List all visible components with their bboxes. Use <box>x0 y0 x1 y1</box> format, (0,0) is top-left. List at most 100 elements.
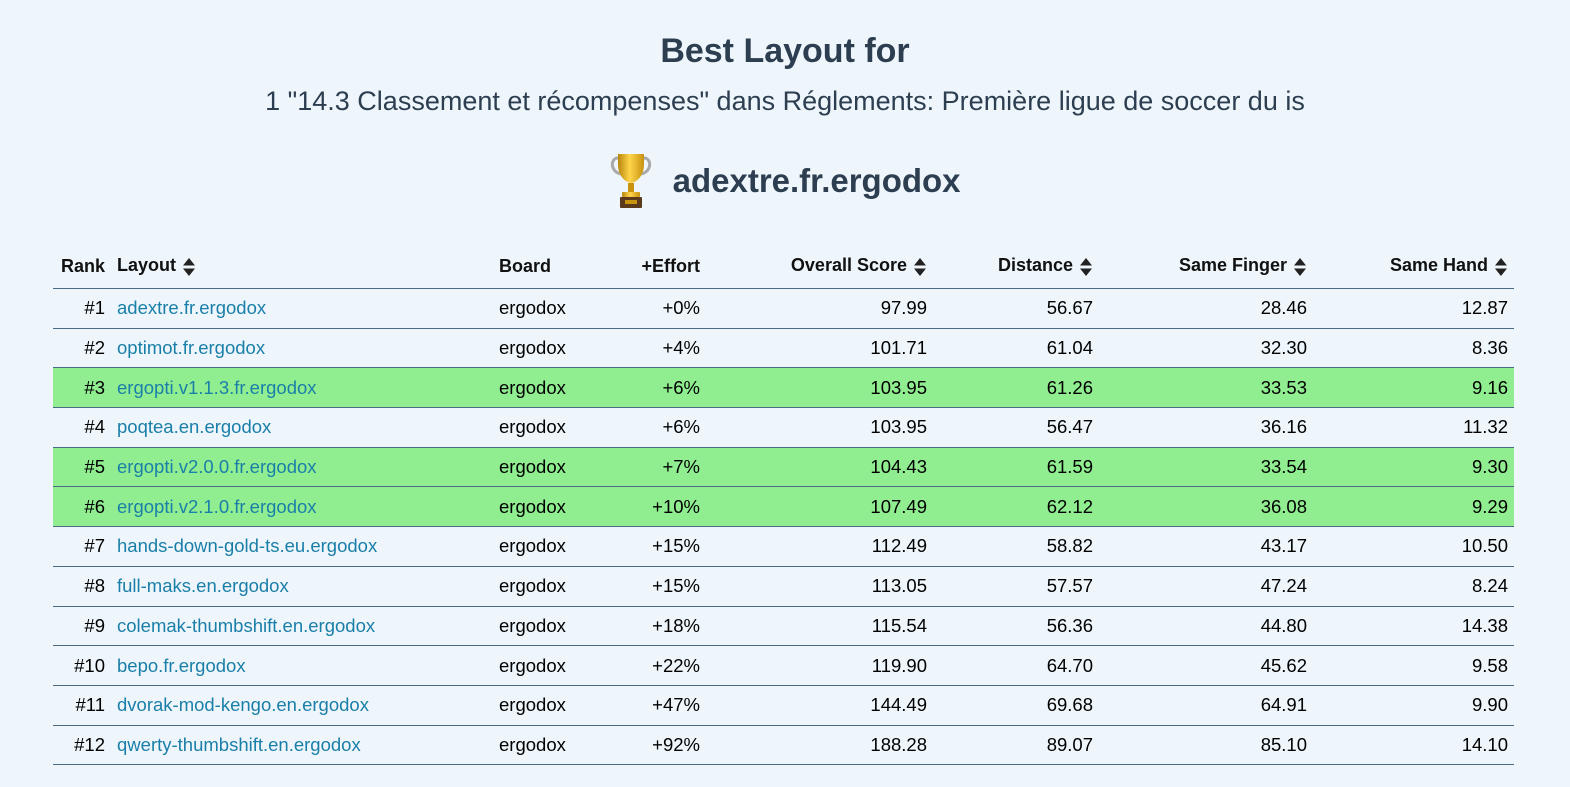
table-row: #4 poqtea.en.ergodox ergodox +6% 103.95 56.47… <box>53 407 1514 448</box>
rank-cell: #10 <box>53 645 111 686</box>
column-header-same-hand[interactable]: Same Hand <box>1313 244 1514 289</box>
table-row: #10 bepo.fr.ergodox ergodox +22% 119.90 64.70… <box>53 645 1514 686</box>
same-finger-cell: 36.08 <box>1099 486 1313 528</box>
rank-cell: #2 <box>53 328 111 369</box>
same-hand-cell: 9.29 <box>1313 486 1514 528</box>
page-title: Best Layout for <box>660 32 910 70</box>
column-header-layout[interactable]: Layout <box>111 244 493 289</box>
rank-cell: #1 <box>53 288 111 329</box>
effort-cell: +4% <box>603 328 706 369</box>
same-hand-cell: 9.30 <box>1313 447 1514 488</box>
distance-cell: 61.04 <box>933 328 1099 369</box>
column-header-board: Board <box>493 244 603 289</box>
distance-cell: 61.26 <box>933 367 1099 409</box>
layout-link[interactable]: full-maks.en.ergodox <box>117 575 289 596</box>
rank-cell: #6 <box>53 486 111 528</box>
layout-link[interactable]: ergopti.v2.0.0.fr.ergodox <box>117 456 317 477</box>
layout-link[interactable]: poqtea.en.ergodox <box>117 416 271 437</box>
same-hand-cell: 9.16 <box>1313 367 1514 409</box>
layout-cell: qwerty-thumbshift.en.ergodox <box>111 725 493 766</box>
layout-link[interactable]: adextre.fr.ergodox <box>117 297 266 318</box>
board-cell: ergodox <box>493 407 603 448</box>
layout-link[interactable]: dvorak-mod-kengo.en.ergodox <box>117 694 369 715</box>
board-cell: ergodox <box>493 645 603 686</box>
table-row: #9 colemak-thumbshift.en.ergodox ergodox +1… <box>53 606 1514 647</box>
column-header-distance[interactable]: Distance <box>933 244 1099 289</box>
winner-layout-name: adextre.fr.ergodox <box>672 162 961 200</box>
column-header-layout-label: Layout <box>117 255 177 276</box>
rank-cell: #8 <box>53 566 111 607</box>
rank-cell: #4 <box>53 407 111 448</box>
board-cell: ergodox <box>493 606 603 647</box>
overall-score-cell: 113.05 <box>706 566 933 607</box>
effort-cell: +47% <box>603 685 706 726</box>
distance-cell: 69.68 <box>933 685 1099 726</box>
same-hand-cell: 12.87 <box>1313 288 1514 329</box>
same-finger-cell: 44.80 <box>1099 606 1313 647</box>
same-hand-cell: 14.10 <box>1313 725 1514 766</box>
sort-icon[interactable] <box>913 257 927 277</box>
sort-icon[interactable] <box>182 257 196 277</box>
layout-cell: ergopti.v1.1.3.fr.ergodox <box>111 367 493 409</box>
table-row: #6 ergopti.v2.1.0.fr.ergodox ergodox +10% 10… <box>53 486 1514 528</box>
layout-link[interactable]: optimot.fr.ergodox <box>117 337 265 358</box>
layout-link[interactable]: hands-down-gold-ts.eu.ergodox <box>117 535 377 556</box>
sort-icon[interactable] <box>1079 257 1093 277</box>
same-finger-cell: 33.54 <box>1099 447 1313 488</box>
column-header-distance-label: Distance <box>997 255 1073 276</box>
distance-cell: 56.67 <box>933 288 1099 329</box>
effort-cell: +6% <box>603 367 706 409</box>
layout-cell: colemak-thumbshift.en.ergodox <box>111 606 493 647</box>
layout-cell: hands-down-gold-ts.eu.ergodox <box>111 526 493 567</box>
same-hand-cell: 8.36 <box>1313 328 1514 369</box>
layout-cell: full-maks.en.ergodox <box>111 566 493 607</box>
overall-score-cell: 103.95 <box>706 367 933 409</box>
overall-score-cell: 97.99 <box>706 288 933 329</box>
layout-link[interactable]: ergopti.v1.1.3.fr.ergodox <box>117 377 317 398</box>
board-cell: ergodox <box>493 367 603 409</box>
board-cell: ergodox <box>493 486 603 528</box>
results-table: Rank Layout Board +Effort Overall Score … <box>53 244 1514 766</box>
layout-cell: dvorak-mod-kengo.en.ergodox <box>111 685 493 726</box>
overall-score-cell: 119.90 <box>706 645 933 686</box>
layout-link[interactable]: ergopti.v2.1.0.fr.ergodox <box>117 496 317 517</box>
effort-cell: +0% <box>603 288 706 329</box>
layout-cell: ergopti.v2.1.0.fr.ergodox <box>111 486 493 528</box>
effort-cell: +7% <box>603 447 706 488</box>
board-cell: ergodox <box>493 447 603 488</box>
effort-cell: +92% <box>603 725 706 766</box>
layout-link[interactable]: qwerty-thumbshift.en.ergodox <box>117 734 361 755</box>
overall-score-cell: 103.95 <box>706 407 933 448</box>
same-finger-cell: 85.10 <box>1099 725 1313 766</box>
column-header-same-hand-label: Same Hand <box>1389 255 1488 276</box>
sort-icon[interactable] <box>1293 257 1307 277</box>
board-cell: ergodox <box>493 566 603 607</box>
table-row: #7 hands-down-gold-ts.eu.ergodox ergodox +1… <box>53 526 1514 567</box>
overall-score-cell: 112.49 <box>706 526 933 567</box>
page: Best Layout for 1 "14.3 Classement et ré… <box>0 0 1570 787</box>
effort-cell: +15% <box>603 526 706 567</box>
table-row: #2 optimot.fr.ergodox ergodox +4% 101.71 61.0… <box>53 328 1514 369</box>
distance-cell: 56.36 <box>933 606 1099 647</box>
sort-icon[interactable] <box>1494 257 1508 277</box>
layout-link[interactable]: colemak-thumbshift.en.ergodox <box>117 615 375 636</box>
layout-link[interactable]: bepo.fr.ergodox <box>117 655 246 676</box>
overall-score-cell: 115.54 <box>706 606 933 647</box>
column-header-effort: +Effort <box>603 244 706 289</box>
same-finger-cell: 47.24 <box>1099 566 1313 607</box>
column-header-overall-score[interactable]: Overall Score <box>706 244 933 289</box>
overall-score-cell: 101.71 <box>706 328 933 369</box>
rank-cell: #12 <box>53 725 111 766</box>
distance-cell: 56.47 <box>933 407 1099 448</box>
table-header-row: Rank Layout Board +Effort Overall Score … <box>53 244 1514 289</box>
same-hand-cell: 11.32 <box>1313 407 1514 448</box>
effort-cell: +22% <box>603 645 706 686</box>
column-header-same-finger-label: Same Finger <box>1178 255 1287 276</box>
same-hand-cell: 9.58 <box>1313 645 1514 686</box>
distance-cell: 61.59 <box>933 447 1099 488</box>
distance-cell: 64.70 <box>933 645 1099 686</box>
effort-cell: +10% <box>603 486 706 528</box>
same-finger-cell: 32.30 <box>1099 328 1313 369</box>
column-header-same-finger[interactable]: Same Finger <box>1099 244 1313 289</box>
same-finger-cell: 36.16 <box>1099 407 1313 448</box>
